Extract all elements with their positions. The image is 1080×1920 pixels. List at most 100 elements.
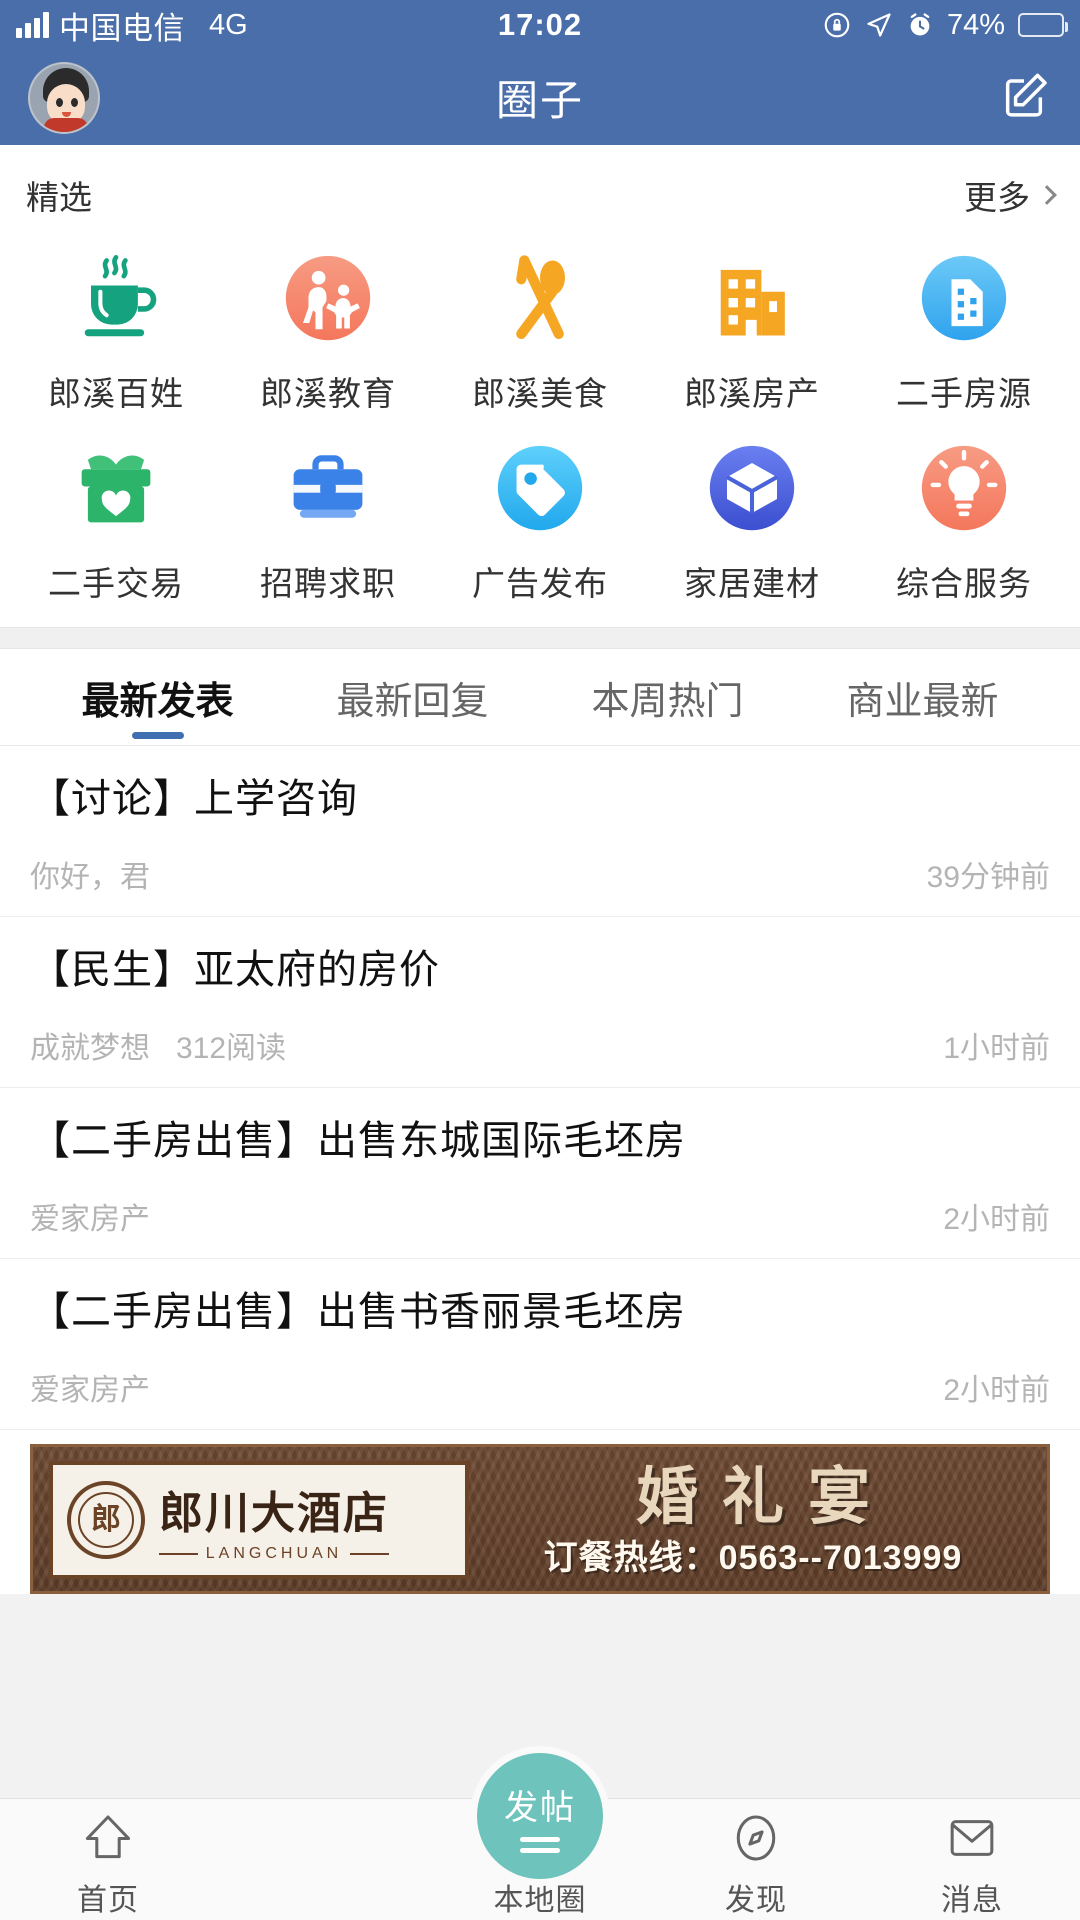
post-fab-icon <box>520 1836 560 1853</box>
status-bar-right: 74% <box>822 8 1068 42</box>
category-label: 郎溪教育 <box>260 375 396 412</box>
post-author: 爱家房产 <box>30 1374 150 1407</box>
building-icon <box>697 243 807 353</box>
hotel-seal-text: 郎 <box>78 1492 134 1548</box>
tab-latest-posts[interactable]: 最新发表 <box>30 649 285 745</box>
category-item-jobs[interactable]: 招聘求职 <box>222 433 434 605</box>
post-list: 【讨论】上学咨询 你好，君 39分钟前 【民生】亚太府的房价 成就梦想 312阅… <box>0 746 1080 1430</box>
post-title: 【讨论】上学咨询 <box>30 777 358 821</box>
category-item-secondhand-house[interactable]: 二手房源 <box>858 243 1070 415</box>
compose-icon <box>996 73 1052 127</box>
category-label: 郎溪百姓 <box>48 375 184 412</box>
post-author: 爱家房产 <box>30 1203 150 1236</box>
lightbulb-icon <box>909 433 1019 543</box>
category-item-services[interactable]: 综合服务 <box>858 433 1070 605</box>
house-icon <box>909 243 1019 353</box>
post-time: 2小时前 <box>943 1203 1050 1236</box>
category-label: 家居建材 <box>684 565 820 602</box>
category-grid: 郎溪百姓 郎溪教育 郎溪美食 郎溪房产 二手房源 二手交易 招聘求职 广告发布 … <box>0 227 1080 605</box>
trade-box-icon <box>61 433 171 543</box>
post-time: 1小时前 <box>943 1032 1050 1065</box>
envelope-icon <box>944 1809 1000 1867</box>
page-title: 圈子 <box>495 77 584 124</box>
nav-bar: 圈子 <box>0 50 1080 145</box>
category-item-home-materials[interactable]: 家居建材 <box>646 433 858 605</box>
briefcase-icon <box>273 433 383 543</box>
bottom-nav-home[interactable]: 首页 <box>0 1809 216 1919</box>
section-divider <box>0 627 1080 649</box>
category-label: 综合服务 <box>896 565 1032 602</box>
alarm-clock-icon <box>906 11 934 39</box>
home-arrow-icon <box>80 1809 136 1867</box>
category-header: 精选 更多 <box>0 145 1080 227</box>
category-label: 广告发布 <box>472 565 608 602</box>
hotel-seal-icon: 郎 <box>67 1481 145 1559</box>
post-fab-label: 发帖 <box>504 1788 576 1827</box>
featured-label: 精选 <box>26 179 92 216</box>
ad-hotel-pinyin: LANGCHUAN <box>159 1545 389 1563</box>
post-title: 【二手房出售】出售东城国际毛坯房 <box>30 1119 686 1163</box>
education-icon <box>273 243 383 353</box>
category-item-education[interactable]: 郎溪教育 <box>222 243 434 415</box>
category-panel: 精选 更多 郎溪百姓 郎溪教育 郎溪美食 郎溪房产 二手房源 二手交易 招聘求职… <box>0 145 1080 627</box>
app-screen: 中国电信 4G 17:02 74% 圈子 精选 更多 郎溪百姓 郎溪教育 郎溪美… <box>0 0 1080 1920</box>
avatar[interactable] <box>28 61 100 134</box>
post-meta: 爱家房产 2小时前 <box>30 1194 1050 1238</box>
category-item-baixing[interactable]: 郎溪百姓 <box>10 243 222 415</box>
coffee-cup-icon <box>61 243 171 353</box>
hotel-name-block: 郎川大酒店 LANGCHUAN <box>159 1477 389 1563</box>
post-list-item[interactable]: 【二手房出售】出售书香丽景毛坯房 爱家房产 2小时前 <box>0 1259 1080 1430</box>
post-meta: 你好，君 39分钟前 <box>30 852 1050 896</box>
category-item-realestate[interactable]: 郎溪房产 <box>646 243 858 415</box>
status-bar: 中国电信 4G 17:02 74% <box>0 0 1080 50</box>
post-meta: 成就梦想 312阅读 1小时前 <box>30 1023 1050 1067</box>
post-views: 312阅读 <box>176 1032 287 1065</box>
more-categories-button[interactable]: 更多 <box>964 171 1057 219</box>
tag-icon <box>485 433 595 543</box>
post-list-item[interactable]: 【民生】亚太府的房价 成就梦想 312阅读 1小时前 <box>0 917 1080 1088</box>
tab-business-latest[interactable]: 商业最新 <box>795 649 1050 745</box>
ad-banner[interactable]: 郎 郎川大酒店 LANGCHUAN 婚礼宴 订餐热线：0563--7013999 <box>30 1444 1050 1594</box>
bottom-nav-label: 消息 <box>941 1884 1003 1917</box>
ad-headline: 婚礼宴 <box>635 1459 894 1533</box>
package-box-icon <box>697 433 807 543</box>
compass-icon <box>728 1809 784 1867</box>
chevron-right-icon <box>1037 185 1057 205</box>
ad-hotel-name: 郎川大酒店 <box>159 1489 389 1538</box>
post-list-item[interactable]: 【讨论】上学咨询 你好，君 39分钟前 <box>0 746 1080 917</box>
bottom-nav-messages[interactable]: 消息 <box>864 1809 1080 1919</box>
bottom-nav-label: 发现 <box>725 1884 787 1917</box>
post-list-item[interactable]: 【二手房出售】出售东城国际毛坯房 爱家房产 2小时前 <box>0 1088 1080 1259</box>
food-icon <box>485 243 595 353</box>
post-time: 2小时前 <box>943 1374 1050 1407</box>
category-item-ads[interactable]: 广告发布 <box>434 433 646 605</box>
post-author: 成就梦想 <box>30 1032 150 1065</box>
category-label: 二手房源 <box>896 375 1032 412</box>
compose-button[interactable] <box>996 67 1052 128</box>
post-meta: 爱家房产 2小时前 <box>30 1365 1050 1409</box>
battery-icon <box>1018 13 1068 37</box>
location-arrow-icon <box>865 11 893 39</box>
post-author: 你好，君 <box>30 861 150 894</box>
ad-hotline: 订餐热线：0563--7013999 <box>543 1538 963 1577</box>
tab-latest-replies[interactable]: 最新回复 <box>285 649 540 745</box>
post-filter-tabs: 最新发表 最新回复 本周热门 商业最新 <box>0 649 1080 745</box>
bottom-navigation: 首页 本地圈 发现 消息 发帖 <box>0 1746 1080 1920</box>
category-label: 二手交易 <box>48 565 184 602</box>
category-item-food[interactable]: 郎溪美食 <box>434 243 646 415</box>
ad-hotel-plate: 郎 郎川大酒店 LANGCHUAN <box>49 1461 469 1579</box>
category-item-trade[interactable]: 二手交易 <box>10 433 222 605</box>
rotation-lock-icon <box>822 10 852 40</box>
battery-percent-label: 74% <box>946 8 1005 41</box>
bottom-nav-discover[interactable]: 发现 <box>648 1809 864 1919</box>
post-title: 【民生】亚太府的房价 <box>30 948 440 992</box>
post-time: 39分钟前 <box>926 861 1050 894</box>
category-label: 郎溪房产 <box>684 375 820 412</box>
category-label: 招聘求职 <box>260 565 396 602</box>
more-label: 更多 <box>964 179 1030 216</box>
ad-text-block: 婚礼宴 订餐热线：0563--7013999 <box>483 1455 1023 1589</box>
category-label: 郎溪美食 <box>472 375 608 412</box>
ad-banner-container: 郎 郎川大酒店 LANGCHUAN 婚礼宴 订餐热线：0563--7013999 <box>0 1430 1080 1594</box>
post-fab-button[interactable]: 发帖 <box>470 1746 610 1886</box>
tab-weekly-hot[interactable]: 本周热门 <box>540 649 795 745</box>
